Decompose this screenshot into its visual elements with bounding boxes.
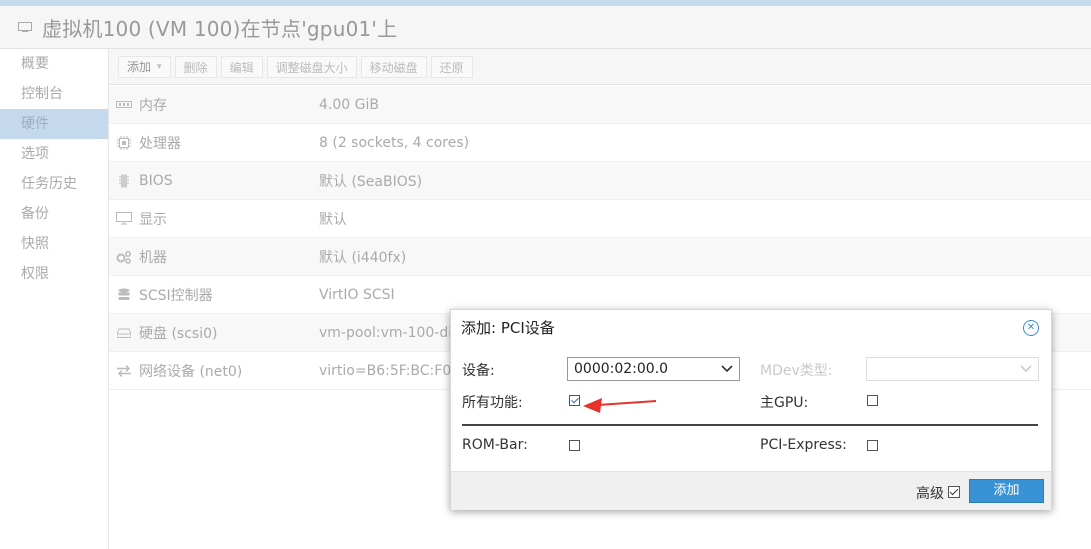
hardware-row-machine[interactable]: 机器 默认 (i440fx) bbox=[109, 238, 1091, 276]
hardware-name: BIOS bbox=[139, 172, 173, 189]
chevron-down-icon: ▾ bbox=[157, 61, 162, 72]
hardware-name: SCSI控制器 bbox=[139, 287, 213, 304]
dialog-title: 添加: PCI设备 bbox=[461, 319, 555, 337]
advanced-label: 高级 bbox=[916, 486, 944, 502]
all-functions-checkbox[interactable] bbox=[569, 395, 580, 406]
add-pci-device-dialog: 添加: PCI设备 ✕ 设备: 0000:02:00.0 MDev类型: 所有功… bbox=[450, 309, 1052, 510]
resize-disk-button[interactable]: 调整磁盘大小 bbox=[266, 55, 357, 78]
divider bbox=[462, 424, 1038, 426]
memory-icon bbox=[109, 100, 139, 109]
rom-bar-label: ROM-Bar: bbox=[462, 437, 528, 453]
close-icon[interactable]: ✕ bbox=[1023, 319, 1039, 336]
device-label: 设备: bbox=[462, 363, 495, 379]
nav-item-summary[interactable]: 概要 bbox=[0, 49, 108, 79]
database-icon bbox=[109, 288, 139, 302]
edit-button[interactable]: 编辑 bbox=[220, 55, 263, 78]
advanced-checkbox[interactable] bbox=[948, 486, 960, 498]
hardware-row-display[interactable]: 显示 默认 bbox=[109, 200, 1091, 238]
left-nav: 概要 控制台 硬件 选项 任务历史 备份 快照 权限 bbox=[0, 49, 109, 549]
nav-item-snapshots[interactable]: 快照 bbox=[0, 229, 108, 259]
rom-bar-checkbox[interactable] bbox=[569, 440, 580, 451]
nav-item-permissions[interactable]: 权限 bbox=[0, 259, 108, 289]
nav-item-console[interactable]: 控制台 bbox=[0, 79, 108, 109]
hardware-value: 4.00 GiB bbox=[319, 96, 379, 113]
mdev-type-select[interactable] bbox=[866, 357, 1039, 381]
hardware-name: 内存 bbox=[139, 97, 167, 114]
hardware-toolbar: 添加 ▾ 删除 编辑 调整磁盘大小 移动磁盘 还原 bbox=[109, 49, 1091, 85]
hardware-row-bios[interactable]: BIOS 默认 (SeaBIOS) bbox=[109, 162, 1091, 200]
panel-header: 虚拟机100 (VM 100)在节点'gpu01'上 bbox=[0, 6, 1091, 49]
mdev-type-label: MDev类型: bbox=[760, 363, 833, 379]
hdd-icon bbox=[109, 328, 139, 338]
hardware-name: 显示 bbox=[139, 211, 167, 228]
hardware-value: 8 (2 sockets, 4 cores) bbox=[319, 134, 470, 151]
pci-express-label: PCI-Express: bbox=[760, 437, 847, 453]
pci-express-checkbox[interactable] bbox=[867, 440, 878, 451]
dialog-header: 添加: PCI设备 ✕ bbox=[451, 310, 1051, 345]
dialog-footer: 高级 添加 bbox=[451, 471, 1051, 510]
hardware-name: 处理器 bbox=[139, 135, 181, 152]
monitor-icon bbox=[18, 22, 32, 32]
hardware-name: 网络设备 (net0) bbox=[139, 363, 243, 380]
add-button[interactable]: 添加 ▾ bbox=[118, 55, 171, 78]
primary-gpu-checkbox[interactable] bbox=[867, 395, 878, 406]
primary-gpu-label: 主GPU: bbox=[760, 395, 809, 411]
hardware-name: 硬盘 (scsi0) bbox=[139, 325, 218, 342]
revert-button[interactable]: 还原 bbox=[430, 55, 473, 78]
move-disk-button[interactable]: 移动磁盘 bbox=[360, 55, 427, 78]
hardware-row-memory[interactable]: 内存 4.00 GiB bbox=[109, 86, 1091, 124]
hardware-row-processor[interactable]: 处理器 8 (2 sockets, 4 cores) bbox=[109, 124, 1091, 162]
device-select[interactable]: 0000:02:00.0 bbox=[567, 357, 740, 381]
hardware-value: 默认 bbox=[319, 211, 347, 228]
chevron-down-icon bbox=[721, 358, 733, 387]
display-icon bbox=[109, 212, 139, 225]
chevron-down-icon bbox=[1020, 358, 1032, 387]
hardware-name: 机器 bbox=[139, 249, 167, 266]
all-functions-label: 所有功能: bbox=[462, 395, 523, 411]
chip-icon bbox=[109, 174, 139, 188]
nav-item-options[interactable]: 选项 bbox=[0, 139, 108, 169]
hardware-value: 默认 (SeaBIOS) bbox=[319, 173, 423, 190]
nav-item-backup[interactable]: 备份 bbox=[0, 199, 108, 229]
cpu-icon bbox=[109, 135, 139, 150]
nav-item-task-history[interactable]: 任务历史 bbox=[0, 169, 108, 199]
dialog-body: 设备: 0000:02:00.0 MDev类型: 所有功能: 主GPU: ROM… bbox=[451, 345, 1051, 471]
device-select-value: 0000:02:00.0 bbox=[574, 361, 669, 377]
page-title: 虚拟机100 (VM 100)在节点'gpu01'上 bbox=[42, 16, 398, 41]
add-button-label: 添加 bbox=[127, 59, 152, 74]
nav-item-hardware[interactable]: 硬件 bbox=[0, 109, 108, 139]
exchange-icon bbox=[109, 364, 139, 377]
hardware-value: VirtIO SCSI bbox=[319, 286, 395, 303]
hardware-value: 默认 (i440fx) bbox=[319, 249, 407, 266]
remove-button[interactable]: 删除 bbox=[174, 55, 217, 78]
gears-icon bbox=[109, 250, 139, 264]
add-confirm-button[interactable]: 添加 bbox=[969, 479, 1044, 503]
